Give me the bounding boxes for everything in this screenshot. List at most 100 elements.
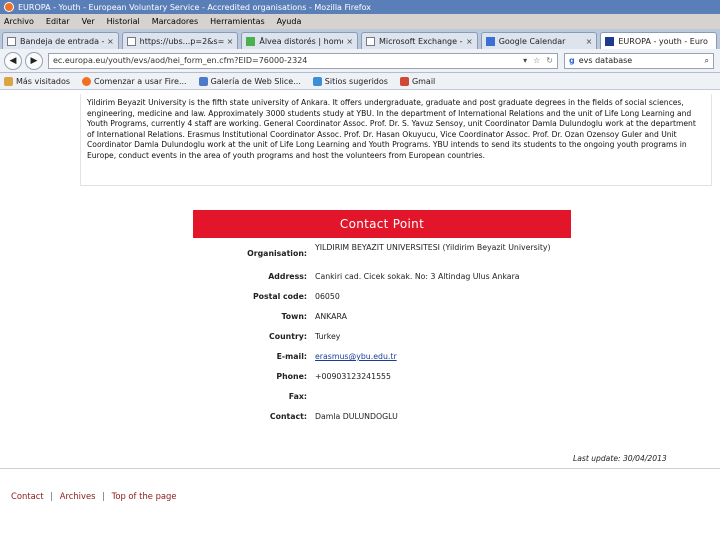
menu-historial[interactable]: Historial: [107, 17, 140, 26]
menu-archivo[interactable]: Archivo: [4, 17, 34, 26]
star-icon[interactable]: ☆: [533, 56, 540, 65]
tab-label: https://ubs...p=2&s=1592...: [139, 36, 224, 46]
back-arrow-icon[interactable]: ◀: [4, 51, 22, 70]
row-label: Country:: [269, 332, 307, 341]
url-bar[interactable]: ec.europa.eu/youth/evs/aod/hei_form_en.c…: [48, 52, 558, 69]
suggested-sites-icon: [312, 76, 322, 86]
menu-ayuda[interactable]: Ayuda: [277, 17, 302, 26]
bookmark-most-visited[interactable]: Más visitados: [4, 76, 71, 86]
row-label: Address:: [268, 272, 307, 281]
navigation-bar: ◀ ▶ ec.europa.eu/youth/evs/aod/hei_form_…: [0, 49, 720, 73]
menu-marcadores[interactable]: Marcadores: [152, 17, 198, 26]
google-icon: g: [569, 56, 575, 65]
bookmark-getting-started[interactable]: Comenzar a usar Fire...: [82, 76, 187, 86]
row-value: 06050: [315, 292, 340, 301]
firefox-icon: [82, 76, 92, 86]
footer-link-contact[interactable]: Contact: [11, 491, 44, 501]
menu-editar[interactable]: Editar: [46, 17, 70, 26]
contact-row-address: Address: Cankiri cad. Cicek sokak. No: 3…: [193, 272, 571, 292]
footer-link-top[interactable]: Top of the page: [112, 491, 177, 501]
row-value: Cankiri cad. Cicek sokak. No: 3 Altindag…: [315, 272, 520, 281]
row-label: Postal code:: [252, 292, 307, 301]
footer-links: Contact | Archives | Top of the page: [11, 491, 177, 501]
window-title: EUROPA - Youth - European Voluntary Serv…: [18, 2, 371, 12]
contact-row-organisation: Organisation: YILDIRIM BEYAZIT UNIVERSIT…: [193, 241, 571, 272]
row-value: +00903123241555: [315, 372, 391, 381]
close-icon[interactable]: ×: [466, 37, 473, 46]
calendar-icon: [485, 36, 495, 46]
bookmark-label: Más visitados: [16, 76, 71, 86]
row-label: Contact:: [269, 412, 307, 421]
menu-herramientas[interactable]: Herramientas: [210, 17, 265, 26]
organisation-description: Yildirim Beyazit University is the fifth…: [80, 94, 712, 186]
tab-bar: Bandeja de entrada - O... × https://ubs.…: [0, 29, 720, 49]
row-label: Phone:: [276, 372, 307, 381]
tab-label: Google Calendar: [498, 36, 566, 46]
menu-bar: Archivo Editar Ver Historial Marcadores …: [0, 14, 720, 29]
footer-separator: |: [102, 491, 105, 501]
footer-divider: [0, 468, 720, 469]
contact-row-email: E-mail: erasmus@ybu.edu.tr: [193, 352, 571, 372]
contact-row-postal-code: Postal code: 06050: [193, 292, 571, 312]
tab-label: Ålvea distorés | home: [259, 36, 344, 46]
bookmark-gmail[interactable]: Gmail: [399, 76, 436, 86]
url-text: ec.europa.eu/youth/evs/aod/hei_form_en.c…: [53, 56, 308, 65]
close-icon[interactable]: ×: [586, 37, 593, 46]
tab-exchange[interactable]: Microsoft Exchange - O... ×: [361, 32, 478, 49]
eu-flag-icon: [605, 36, 615, 46]
contact-row-country: Country: Turkey: [193, 332, 571, 352]
bookmarks-bar: Más visitados Comenzar a usar Fire... Ga…: [0, 73, 720, 90]
row-value: YILDIRIM BEYAZIT UNIVERSITESI (Yildirim …: [315, 243, 551, 252]
row-label: Organisation:: [247, 249, 307, 258]
page-icon: [126, 36, 136, 46]
search-input[interactable]: g evs database ⌕: [564, 52, 714, 69]
row-label: E-mail:: [276, 352, 307, 361]
firefox-logo-icon: [4, 2, 14, 12]
tab-calendar[interactable]: Google Calendar ×: [480, 32, 598, 49]
contact-point-title: Contact Point: [193, 210, 571, 238]
footer-link-archives[interactable]: Archives: [60, 491, 96, 501]
tab-alvea[interactable]: Ålvea distorés | home ×: [241, 32, 359, 49]
bookmark-label: Gmail: [411, 76, 436, 86]
last-update: Last update: 30/04/2013: [573, 454, 667, 463]
close-icon[interactable]: ×: [107, 37, 114, 46]
close-icon[interactable]: ×: [227, 37, 234, 46]
contact-row-fax: Fax:: [193, 392, 571, 412]
row-value: Damla DULUNDOGLU: [315, 412, 398, 421]
close-icon[interactable]: ×: [346, 37, 353, 46]
reload-icon[interactable]: ↻: [546, 56, 553, 65]
bookmark-suggested-sites[interactable]: Sitios sugeridos: [312, 76, 388, 86]
tab-ubs[interactable]: https://ubs...p=2&s=1592... ×: [121, 32, 239, 49]
row-label: Fax:: [288, 392, 307, 401]
bookmark-web-slice[interactable]: Galería de Web Slice...: [198, 76, 301, 86]
email-link[interactable]: erasmus@ybu.edu.tr: [311, 352, 571, 372]
tab-europa[interactable]: EUROPA - youth - Euro: [600, 32, 718, 49]
page-icon: [366, 36, 376, 46]
row-label: Town:: [281, 312, 307, 321]
forward-arrow-icon[interactable]: ▶: [25, 51, 43, 70]
bookmark-icon: [4, 76, 13, 86]
footer-separator: |: [50, 491, 54, 501]
contact-point-panel: Contact Point Organisation: YILDIRIM BEY…: [193, 210, 571, 421]
page-icon: [246, 36, 256, 46]
row-value: Turkey: [315, 332, 341, 341]
bookmark-label: Galería de Web Slice...: [210, 76, 301, 86]
contact-row-town: Town: ANKARA: [193, 312, 571, 332]
contact-row-contact: Contact: Damla DULUNDOGLU: [193, 412, 571, 432]
web-slice-icon: [198, 76, 208, 86]
gmail-icon: [399, 76, 409, 86]
bookmark-label: Comenzar a usar Fire...: [94, 76, 187, 86]
tab-label: Microsoft Exchange - O...: [379, 36, 463, 46]
search-icon[interactable]: ⌕: [705, 56, 709, 66]
search-text: evs database: [578, 56, 633, 65]
contact-row-phone: Phone: +00903123241555: [193, 372, 571, 392]
page-icon: [7, 36, 16, 46]
chevron-down-icon[interactable]: ▾: [523, 56, 527, 65]
row-value: [311, 392, 571, 412]
tab-label: EUROPA - youth - Euro: [618, 36, 708, 46]
menu-ver[interactable]: Ver: [82, 17, 95, 26]
window-titlebar: EUROPA - Youth - European Voluntary Serv…: [0, 0, 720, 14]
page-content: Yildirim Beyazit University is the fifth…: [0, 90, 720, 540]
tab-inbox[interactable]: Bandeja de entrada - O... ×: [2, 32, 119, 49]
tab-label: Bandeja de entrada - O...: [20, 36, 104, 46]
